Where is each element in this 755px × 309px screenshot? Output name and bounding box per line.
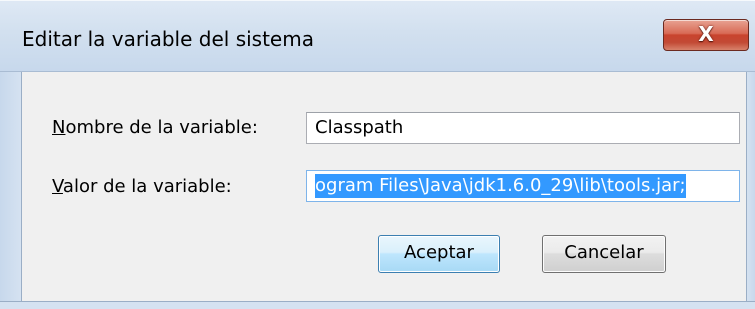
variable-value-input[interactable]: ogram Files\Java\jdk1.6.0_29\lib\tools.j… xyxy=(306,170,740,202)
close-icon: X xyxy=(698,22,714,46)
variable-name-accelerator: N xyxy=(52,117,66,138)
variable-name-label: Nombre de la variable: xyxy=(52,117,258,139)
edit-system-variable-dialog: Editar la variable del sistema X Nombre … xyxy=(0,0,755,309)
title-bar[interactable]: Editar la variable del sistema X xyxy=(0,0,755,72)
variable-value-accelerator: V xyxy=(52,176,63,197)
variable-name-input[interactable]: Classpath xyxy=(306,112,740,144)
variable-value-label-text: alor de la variable: xyxy=(62,176,232,197)
variable-name-value: Classpath xyxy=(315,117,404,138)
variable-name-label-text: ombre de la variable: xyxy=(65,117,258,138)
cancel-button[interactable]: Cancelar xyxy=(542,235,666,273)
window-frame-bottom xyxy=(0,301,755,309)
close-button[interactable]: X xyxy=(663,19,749,51)
window-frame-right xyxy=(746,72,755,309)
window-title: Editar la variable del sistema xyxy=(22,27,314,51)
variable-value-label: Valor de la variable: xyxy=(52,176,232,198)
window-frame-left xyxy=(0,72,22,309)
variable-value-selected-text: ogram Files\Java\jdk1.6.0_29\lib\tools.j… xyxy=(315,174,686,198)
accept-button[interactable]: Aceptar xyxy=(378,235,500,273)
